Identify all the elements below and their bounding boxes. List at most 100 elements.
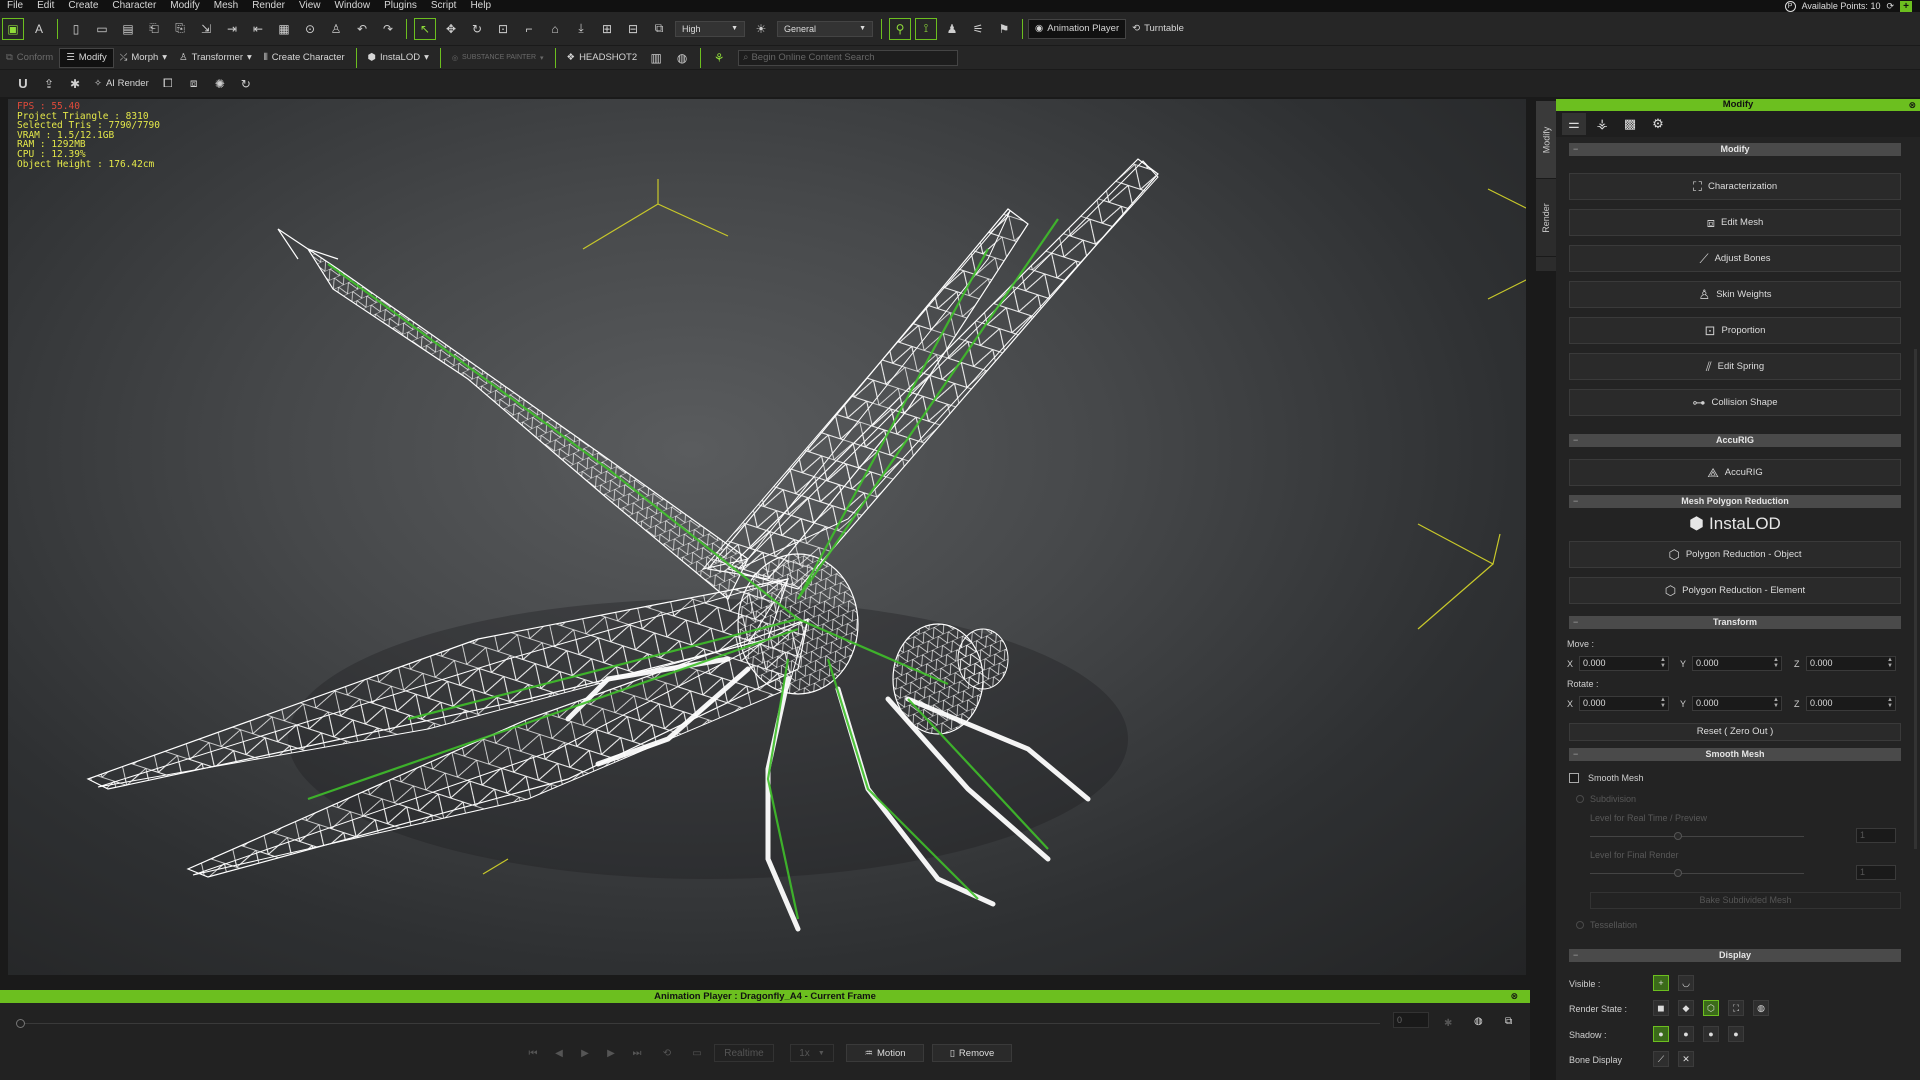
select-tool-icon[interactable]: ↖	[414, 17, 436, 40]
material-tab-icon[interactable]: ▩	[1618, 113, 1642, 135]
physics-icon[interactable]: ⚲	[889, 17, 911, 40]
create-character-button[interactable]: ⫴ Create Character	[258, 48, 351, 68]
sun-icon[interactable]: ☀	[750, 18, 772, 40]
section-smooth-mesh[interactable]: − Smooth Mesh	[1569, 748, 1901, 761]
level-realtime-field[interactable]: 1	[1856, 828, 1896, 843]
camera-home-icon[interactable]: ⌂	[544, 18, 566, 40]
shadow-cast-icon[interactable]: ●	[1678, 1026, 1694, 1042]
menu-help[interactable]: Help	[463, 0, 498, 12]
render-xray-icon[interactable]: ◍	[1753, 1000, 1769, 1016]
collision-shape-button[interactable]: ⊶ Collision Shape	[1569, 389, 1901, 416]
level-realtime-slider[interactable]	[1590, 832, 1804, 840]
add-points-button[interactable]: +	[1900, 0, 1912, 12]
image-edit-icon[interactable]: ⧠	[157, 73, 179, 95]
menu-file[interactable]: File	[0, 0, 30, 12]
section-display[interactable]: − Display	[1569, 949, 1901, 962]
close-icon[interactable]: ⊗	[1510, 990, 1518, 1003]
new-file-icon[interactable]: ▯	[65, 18, 87, 40]
timeline-slider[interactable]	[16, 1019, 1380, 1028]
available-points[interactable]: Available Points: 10	[1802, 1, 1881, 11]
section-accurig[interactable]: − AccuRIG	[1569, 434, 1901, 447]
flag-icon[interactable]: ⚑	[993, 18, 1015, 40]
spinner-icon[interactable]: ▲ ▼	[1773, 697, 1779, 709]
app-home-icon[interactable]: ▣	[2, 17, 24, 40]
undo-icon[interactable]: ↶	[351, 18, 373, 40]
menu-render[interactable]: Render	[245, 0, 292, 12]
shadow-receive-icon[interactable]: ●	[1703, 1026, 1719, 1042]
motion-button[interactable]: ♒ Motion	[846, 1044, 924, 1062]
content-manager-icon[interactable]: ⚘	[708, 47, 730, 69]
polygon-reduction-element-button[interactable]: ⬡ Polygon Reduction - Element	[1569, 577, 1901, 604]
menu-view[interactable]: View	[292, 0, 328, 12]
sliders-tab-icon[interactable]: ⚌	[1562, 113, 1586, 135]
edit-spring-button[interactable]: ⫽ Edit Spring	[1569, 353, 1901, 380]
export-fbx-icon[interactable]: ⇥	[221, 18, 243, 40]
turntable-button[interactable]: ⟲ Turntable	[1126, 19, 1190, 39]
modify-button[interactable]: ☰ Modify	[59, 47, 114, 68]
gear-icon[interactable]: ✱	[64, 73, 86, 95]
smooth-mesh-checkbox[interactable]	[1569, 773, 1579, 783]
menu-plugins[interactable]: Plugins	[377, 0, 424, 12]
refresh-icon[interactable]: ⟳	[1886, 1, 1894, 12]
view-layout-icon[interactable]: ⧉	[648, 18, 670, 40]
spinner-icon[interactable]: ▲ ▼	[1660, 697, 1666, 709]
characterization-button[interactable]: ⛶ Characterization	[1569, 173, 1901, 200]
frame-rate-icon[interactable]: ▭	[690, 1044, 704, 1062]
scale-tool-icon[interactable]: ⊡	[492, 18, 514, 40]
close-icon[interactable]: ⊗	[1908, 99, 1916, 111]
zoom-icon[interactable]: ⊙	[299, 18, 321, 40]
crowd-icon[interactable]: ♟	[941, 18, 963, 40]
redo-icon[interactable]: ↷	[377, 18, 399, 40]
image-export-icon[interactable]: ⧈	[183, 73, 205, 95]
tab-render[interactable]: Render	[1536, 179, 1556, 257]
3d-viewport[interactable]: FPS : 55.40 Project Triangle : 8310 Sele…	[8, 99, 1526, 975]
ai-render-button[interactable]: ✧ AI Render	[88, 74, 155, 94]
fit-view-icon[interactable]: ⊟	[622, 18, 644, 40]
save-icon[interactable]: ▤	[117, 18, 139, 40]
move-x-field[interactable]: 0.000 ▲ ▼	[1579, 656, 1669, 671]
render-solid-icon[interactable]: ◼	[1653, 1000, 1669, 1016]
skin-weights-button[interactable]: ♙ Skin Weights	[1569, 281, 1901, 308]
drop-to-floor-icon[interactable]: ⤓	[570, 18, 592, 40]
ik-icon[interactable]: ⟟	[915, 17, 937, 40]
section-modify[interactable]: − Modify	[1569, 143, 1901, 156]
polygon-reduction-object-button[interactable]: ⬡ Polygon Reduction - Object	[1569, 541, 1901, 568]
menu-mesh[interactable]: Mesh	[207, 0, 245, 12]
subdivision-radio[interactable]	[1576, 795, 1584, 803]
record-key-icon[interactable]: ✱	[1444, 1014, 1452, 1032]
visible-on-icon[interactable]: +	[1653, 975, 1669, 991]
rotate-tool-icon[interactable]: ↻	[466, 18, 488, 40]
edit-mesh-button[interactable]: ⧈ Edit Mesh	[1569, 209, 1901, 236]
shadow-none-icon[interactable]: ●	[1728, 1026, 1744, 1042]
speed-dropdown[interactable]: 1x ▼	[790, 1044, 834, 1062]
accurig-button[interactable]: ⟁ AccuRIG	[1569, 459, 1901, 486]
visible-off-icon[interactable]: ◡	[1678, 975, 1694, 991]
level-final-field[interactable]: Level for Final Render1	[1856, 865, 1896, 880]
move-tool-icon[interactable]: ✥	[440, 18, 462, 40]
spinner-icon[interactable]: ▲ ▼	[1887, 697, 1893, 709]
export-obj-icon[interactable]: ⇤	[247, 18, 269, 40]
settings-sliders-icon[interactable]: ⚟	[967, 18, 989, 40]
quality-dropdown[interactable]: High ▼	[675, 20, 745, 37]
tab-modify[interactable]: Modify	[1536, 101, 1556, 179]
go-end-icon[interactable]: ⏭	[630, 1044, 644, 1062]
move-z-field[interactable]: 0.000 ▲ ▼	[1806, 656, 1896, 671]
section-polygon-reduction[interactable]: − Mesh Polygon Reduction	[1569, 495, 1901, 508]
loop-icon[interactable]: ⟲	[656, 1044, 678, 1062]
frame-selected-icon[interactable]: ⊞	[596, 18, 618, 40]
menu-script[interactable]: Script	[424, 0, 464, 12]
online-content-search[interactable]: ⌕ Begin Online Content Search	[738, 49, 959, 66]
merge-icon[interactable]: ⎘	[169, 18, 191, 40]
tessellation-radio[interactable]	[1576, 921, 1584, 929]
conform-button[interactable]: ⧉ Conform	[0, 48, 59, 68]
person-icon[interactable]: ♙	[325, 18, 347, 40]
light-settings-icon[interactable]: ✺	[209, 73, 231, 95]
globe-icon[interactable]: ◍	[671, 47, 693, 69]
upload-icon[interactable]: ⇪	[38, 73, 60, 95]
pose-tab-icon[interactable]: ⚶	[1590, 113, 1614, 135]
render-wireframe-icon[interactable]: ⬡	[1703, 1000, 1719, 1016]
adjust-bones-button[interactable]: ⟋ Adjust Bones	[1569, 245, 1901, 272]
import-icon[interactable]: ⎗	[143, 18, 165, 40]
rotate-z-field[interactable]: 0.000 ▲ ▼	[1806, 696, 1896, 711]
open-folder-icon[interactable]: ▭	[91, 18, 113, 40]
